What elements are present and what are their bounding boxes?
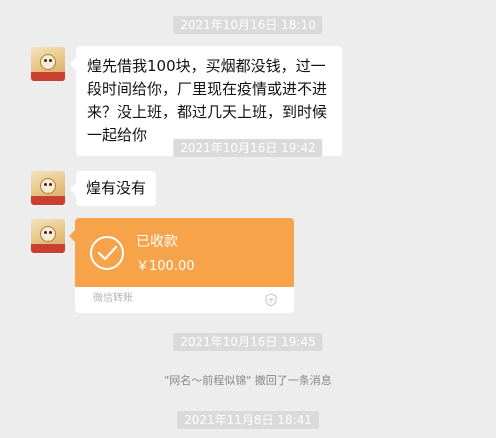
avatar-eye	[49, 231, 52, 234]
avatar-eye	[49, 59, 52, 62]
avatar-eye	[49, 183, 52, 186]
avatar-band	[31, 196, 65, 205]
transfer-amount: ￥100.00	[136, 259, 195, 274]
transfer-card-header: 已收款 ￥100.00	[75, 218, 294, 287]
shield-icon	[265, 293, 277, 307]
timestamp: 2021年11月8日 18:41	[177, 411, 319, 429]
transfer-status: 已收款	[136, 234, 178, 250]
avatar-eye	[44, 183, 47, 186]
timestamp: 2021年10月16日 19:42	[173, 139, 323, 157]
timestamp: 2021年10月16日 19:45	[173, 333, 323, 351]
recall-notice: "网名～前程似锦" 撤回了一条消息	[164, 374, 332, 387]
check-circle-icon	[90, 236, 124, 270]
timestamp: 2021年10月16日 18:10	[173, 16, 323, 34]
transfer-label: 微信转账	[93, 293, 133, 304]
transfer-card[interactable]: 已收款 ￥100.00 微信转账	[75, 218, 294, 313]
avatar-eye	[44, 231, 47, 234]
avatar-eye	[44, 59, 47, 62]
contact-avatar[interactable]	[31, 47, 65, 81]
avatar-band	[31, 72, 65, 81]
avatar-face	[40, 226, 56, 242]
contact-avatar[interactable]	[31, 171, 65, 205]
contact-avatar[interactable]	[31, 219, 65, 253]
avatar-face	[40, 54, 56, 70]
message-bubble[interactable]: 煌有没有	[69, 171, 157, 206]
avatar-band	[31, 244, 65, 253]
avatar-face	[40, 178, 56, 194]
